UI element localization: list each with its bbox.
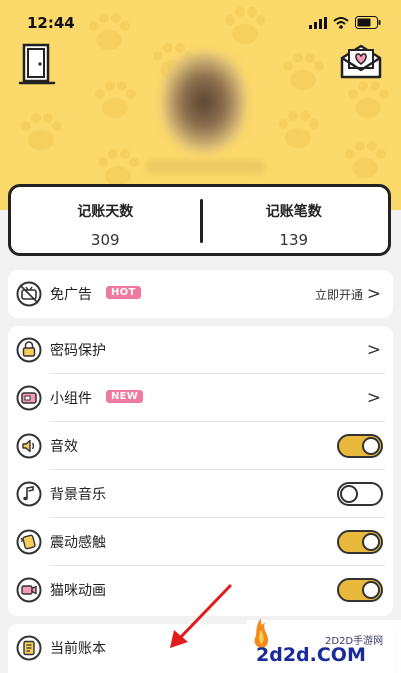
paw-decoration [278, 111, 319, 148]
stat-days-label: 记账天数 [77, 204, 134, 220]
video-camera-icon [16, 577, 42, 603]
paw-decoration [95, 81, 136, 118]
vibration-toggle[interactable] [337, 530, 383, 554]
paw-decoration [21, 113, 62, 150]
sound-effects-row: 音效 [8, 422, 393, 470]
music-note-icon [16, 481, 42, 507]
username-blurred [145, 160, 265, 174]
ad-free-card: 免广告 HOT 立即开通 > [8, 270, 393, 318]
toggle-knob [340, 485, 358, 503]
current-ledger-label: 当前账本 [50, 641, 106, 657]
battery-icon [355, 16, 381, 29]
wifi-icon [333, 16, 349, 29]
stat-days: 记账天数 309 [11, 187, 200, 253]
signal-icon [309, 16, 327, 29]
ad-free-row[interactable]: 免广告 HOT 立即开通 > [8, 270, 393, 318]
lock-icon [16, 337, 42, 363]
stat-entries-label: 记账笔数 [265, 204, 322, 220]
status-bar: 12:44 [0, 0, 401, 44]
vibration-row: 震动感触 [8, 518, 393, 566]
new-badge: NEW [106, 390, 144, 403]
ad-free-label: 免广告 [50, 287, 92, 303]
exit-door-icon[interactable] [18, 42, 60, 86]
chevron-right-icon: > [366, 388, 381, 408]
speaker-icon [16, 433, 42, 459]
stat-days-value: 309 [90, 231, 120, 249]
avatar[interactable] [162, 52, 246, 152]
cat-animation-toggle[interactable] [337, 578, 383, 602]
status-icons [309, 16, 381, 29]
widget-icon [16, 385, 42, 411]
paw-decoration [345, 141, 386, 178]
stats-card: 记账天数 309 记账笔数 139 [8, 184, 391, 256]
background-music-row: 背景音乐 [8, 470, 393, 518]
stat-entries: 记账笔数 139 [200, 187, 389, 253]
chevron-right-icon: > [366, 340, 381, 360]
vibration-icon [16, 529, 42, 555]
sound-effects-toggle[interactable] [337, 434, 383, 458]
vibration-label: 震动感触 [50, 535, 106, 551]
love-letter-icon[interactable] [338, 42, 384, 80]
toggle-knob [362, 437, 380, 455]
activate-now-link[interactable]: 立即开通 [315, 286, 363, 303]
settings-card: 密码保护 > 小组件 NEW > 音效 背景音乐 震动感触 猫咪动画 [8, 326, 393, 616]
status-time: 12:44 [27, 14, 75, 32]
cat-animation-label: 猫咪动画 [50, 583, 106, 599]
password-protection-row[interactable]: 密码保护 > [8, 326, 393, 374]
watermark-logo: 2d2d.COM [256, 644, 366, 666]
password-protection-label: 密码保护 [50, 343, 106, 359]
toggle-knob [362, 581, 380, 599]
paw-decoration [283, 53, 324, 90]
background-music-toggle[interactable] [337, 482, 383, 506]
paw-decoration [98, 149, 139, 186]
widget-label: 小组件 [50, 391, 92, 407]
red-arrow-annotation [170, 584, 232, 648]
paw-decoration [348, 81, 389, 118]
background-music-label: 背景音乐 [50, 487, 106, 503]
chevron-right-icon: > [366, 284, 381, 304]
toggle-knob [362, 533, 380, 551]
profile-header: 12:44 [0, 0, 401, 210]
no-ads-tv-icon [16, 281, 42, 307]
widget-row[interactable]: 小组件 NEW > [8, 374, 393, 422]
stat-entries-value: 139 [279, 231, 309, 249]
notebook-icon [16, 635, 42, 661]
hot-badge: HOT [106, 286, 141, 299]
sound-effects-label: 音效 [50, 439, 78, 455]
